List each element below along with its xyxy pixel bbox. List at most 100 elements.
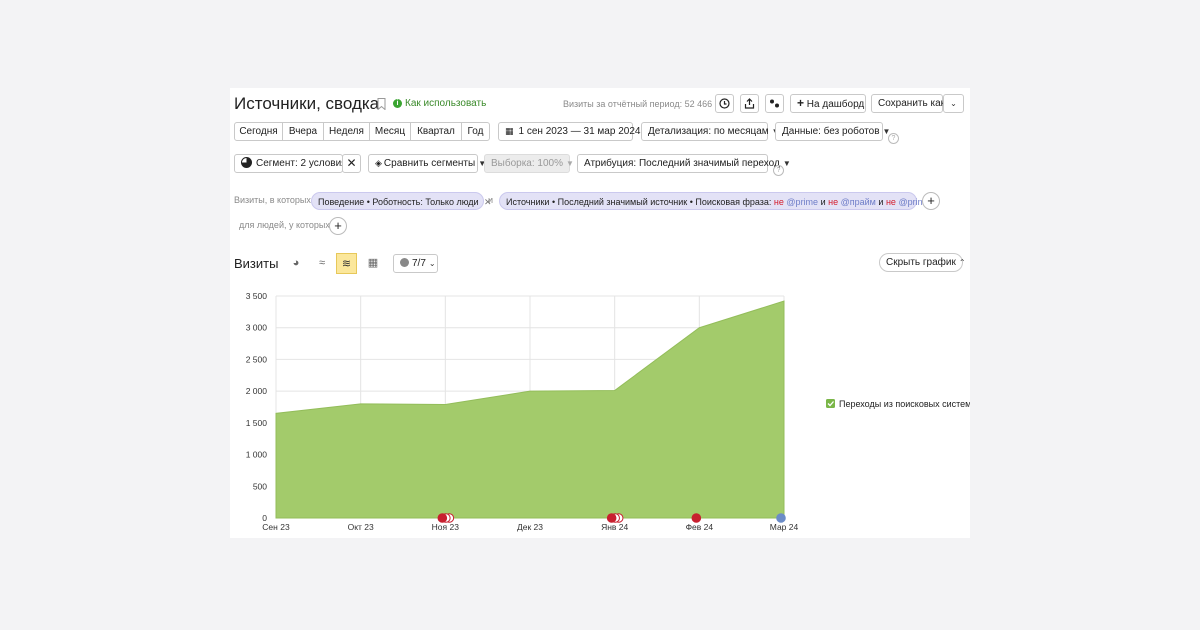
visits-filter-label: Визиты, в которых (234, 195, 311, 205)
export-button[interactable] (740, 94, 759, 113)
period-week[interactable]: Неделя (323, 122, 370, 141)
info-icon: i (393, 99, 402, 108)
save-as-button[interactable]: Сохранить как (871, 94, 946, 113)
keyword: @прайм (840, 197, 876, 207)
period-today[interactable]: Сегодня (234, 122, 283, 141)
date-range-picker[interactable]: ▦ 1 сен 2023 — 31 мар 2024 (498, 122, 640, 141)
add-people-filter-button[interactable]: + (329, 217, 347, 235)
chevron-down-icon: ▼ (566, 159, 574, 168)
y-tick-label: 3 000 (246, 323, 268, 333)
segment-dropdown[interactable]: Сегмент: 2 условия▼ (234, 154, 358, 173)
legend-label: Переходы из поисковых систем (839, 399, 970, 409)
detail-dropdown[interactable]: Детализация: по месяцам▼ (641, 122, 780, 141)
annotations-dropdown[interactable]: 7/7 ⌄ (393, 254, 438, 273)
period-year[interactable]: Год (461, 122, 490, 141)
x-axis: Сен 23 Окт 23 Ноя 23 Дек 23 Янв 24 Фев 24 Мар … (262, 522, 798, 532)
x-tick-label: Фев 24 (686, 522, 714, 532)
people-filter-label: для людей, у которых (239, 220, 330, 230)
filter-pill-search-phrase[interactable]: Источники • Последний значимый источник … (499, 192, 940, 210)
negation-label: не (828, 197, 839, 207)
legend-checkbox[interactable] (826, 399, 835, 408)
to-dashboard-button[interactable]: + На дашборд (790, 94, 866, 113)
page-title: Источники, сводка (234, 94, 380, 113)
calendar-icon: ▦ (505, 126, 513, 136)
y-tick-label: 1 500 (246, 418, 268, 428)
date-range-label: 1 сен 2023 — 31 мар 2024 (518, 126, 641, 137)
how-to-use-link[interactable]: Как использовать (405, 98, 486, 110)
share-icon (770, 99, 779, 108)
x-tick-label: Янв 24 (601, 522, 628, 532)
keyword: @prime (786, 197, 819, 207)
period-quarter[interactable]: Квартал (410, 122, 462, 141)
annotation-marker[interactable] (776, 513, 786, 523)
chart-legend[interactable]: Переходы из поисковых систем (826, 399, 970, 409)
filter-pill-search-label: Источники • Последний значимый источник … (506, 197, 772, 207)
bar-chart-type-icon[interactable]: ▦ (364, 254, 382, 272)
period-month[interactable]: Месяц (369, 122, 411, 141)
x-tick-label: Дек 23 (517, 522, 543, 532)
detail-label: Детализация: по месяцам (648, 126, 769, 137)
line-chart-type-icon[interactable]: ≈ (313, 254, 331, 272)
add-filter-button[interactable]: + (922, 192, 940, 210)
history-button[interactable] (715, 94, 734, 113)
and-word: и (820, 197, 826, 207)
attribution-dropdown[interactable]: Атрибуция: Последний значимый переход ▼ (577, 154, 791, 173)
chevron-up-icon: ⌃ (958, 258, 966, 267)
x-tick-label: Мар 24 (770, 522, 799, 532)
compare-segments-button[interactable]: ◈ Сравнить сегменты ▼ (368, 154, 486, 173)
attribution-help-icon[interactable]: ? (773, 159, 784, 177)
x-tick-label: Окт 23 (348, 522, 374, 532)
filter-pill-robot[interactable]: Поведение • Роботность: Только люди ✕ (311, 192, 492, 210)
data-filter-help-icon[interactable]: ? (888, 127, 899, 145)
sample-dropdown: Выборка: 100% ▼ (484, 154, 574, 173)
comment-icon (400, 258, 409, 267)
y-tick-label: 3 500 (246, 291, 268, 301)
attribution-label: Атрибуция: Последний значимый переход (584, 158, 780, 169)
compare-icon: ◈ (375, 158, 382, 168)
and-word: и (878, 197, 884, 207)
negation-label: не (885, 197, 896, 207)
y-axis: 05001 0001 5002 0002 5003 0003 500 (246, 291, 268, 523)
and-label: и (488, 195, 494, 205)
chevron-down-icon: ⌄ (950, 99, 957, 108)
compare-segments-label: Сравнить сегменты (383, 158, 476, 169)
y-tick-label: 500 (253, 481, 267, 491)
x-tick-label: Ноя 23 (432, 522, 460, 532)
hide-chart-button[interactable]: Скрыть график ⌃ (879, 253, 966, 272)
report-panel: Источники, сводка i Как использовать Виз… (230, 88, 970, 538)
save-as-dropdown[interactable]: ⌄ (943, 94, 964, 113)
y-tick-label: 2 500 (246, 354, 268, 364)
y-tick-label: 2 000 (246, 386, 268, 396)
area-chart-type-icon[interactable]: ≋ (336, 253, 357, 274)
visits-period-total: Визиты за отчётный период: 52 466 (563, 99, 713, 109)
save-as-label: Сохранить как (878, 98, 946, 109)
data-filter-dropdown[interactable]: Данные: без роботов ▼ (775, 122, 890, 141)
pie-icon (241, 157, 252, 168)
export-icon (744, 98, 755, 109)
chevron-down-icon: ▼ (782, 159, 791, 168)
x-tick-label: Сен 23 (262, 522, 290, 532)
visits-chart: 05001 0001 5002 0002 5003 0003 500 Сен 2… (246, 291, 970, 532)
bookmark-icon[interactable] (377, 97, 386, 111)
close-icon: ✕ (346, 156, 357, 170)
share-button[interactable] (765, 94, 784, 113)
data-filter-label: Данные: без роботов (782, 126, 880, 137)
annotation-marker[interactable] (691, 513, 702, 523)
annotation-marker[interactable] (606, 513, 617, 523)
period-yesterday[interactable]: Вчера (282, 122, 324, 141)
to-dashboard-label: На дашборд (806, 99, 865, 110)
annotations-count: 7/7 (412, 258, 426, 269)
filter-pill-robot-label: Поведение • Роботность: Только люди (318, 197, 479, 207)
chart-title: Визиты (234, 256, 279, 271)
clock-icon (719, 98, 730, 109)
sample-label: Выборка: 100% (491, 158, 563, 169)
pie-chart-type-icon[interactable]: ◕ (287, 254, 305, 272)
hide-chart-label: Скрыть график (886, 257, 956, 268)
plus-icon: + (797, 96, 805, 110)
segment-label: Сегмент: 2 условия (256, 158, 347, 169)
negation-label: не (773, 197, 784, 207)
chevron-down-icon: ⌄ (428, 259, 436, 268)
y-tick-label: 1 000 (246, 450, 268, 460)
annotation-marker[interactable] (437, 513, 448, 523)
segment-clear-button[interactable]: ✕ (342, 154, 361, 173)
